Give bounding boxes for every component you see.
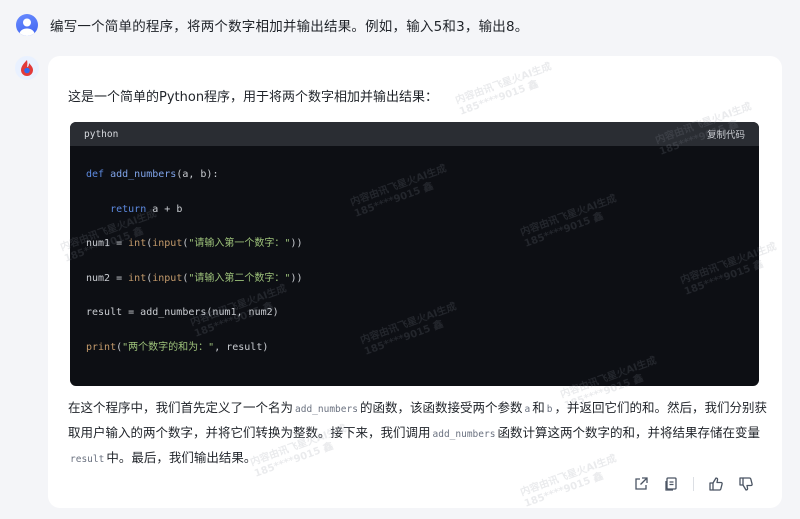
user-question-text: 编写一个简单的程序，将两个数字相加并输出结果。例如，输入5和3，输出8。 bbox=[50, 19, 529, 35]
user-avatar bbox=[16, 14, 38, 36]
code-line: num1 = int(input("请输入第一个数字：")) bbox=[86, 238, 303, 250]
code-language-label: python bbox=[84, 128, 119, 140]
thumbs-up-icon[interactable] bbox=[706, 474, 726, 494]
copy-icon[interactable] bbox=[661, 474, 681, 494]
inline-code: a bbox=[524, 404, 531, 415]
code-line: return a + b bbox=[110, 203, 183, 215]
code-line: def add_numbers(a, b): bbox=[86, 169, 219, 180]
answer-card: 这是一个简单的Python程序，用于将两个数字相加并输出结果： python 复… bbox=[48, 56, 782, 508]
actions-divider bbox=[693, 477, 694, 491]
spark-logo-icon bbox=[15, 56, 39, 80]
inline-code: result bbox=[70, 454, 105, 465]
thumbs-down-icon[interactable] bbox=[736, 474, 756, 494]
copy-code-button[interactable]: 复制代码 bbox=[707, 127, 745, 141]
code-block: python 复制代码 def add_numbers(a, b): retur… bbox=[70, 122, 759, 386]
inline-code: add_numbers bbox=[295, 404, 358, 415]
share-icon[interactable] bbox=[631, 474, 651, 494]
code-body: def add_numbers(a, b): return a + b num1… bbox=[70, 146, 759, 376]
chat-page: 编写一个简单的程序，将两个数字相加并输出结果。例如，输入5和3，输出8。 这是一… bbox=[0, 0, 800, 519]
user-message: 编写一个简单的程序，将两个数字相加并输出结果。例如，输入5和3，输出8。 bbox=[16, 14, 528, 36]
code-line: result = add_numbers(num1, num2) bbox=[86, 307, 279, 319]
answer-explanation: 在这个程序中，我们首先定义了一个名为 add_numbers 的函数，该函数接受两个… bbox=[68, 400, 767, 465]
code-line: num2 = int(input("请输入第二个数字：")) bbox=[86, 272, 303, 284]
inline-code: b bbox=[546, 404, 553, 415]
code-header: python 复制代码 bbox=[70, 122, 759, 146]
inline-code: add_numbers bbox=[432, 429, 496, 440]
code-line: print("两个数字的和为：", result) bbox=[86, 341, 269, 353]
answer-intro: 这是一个简单的Python程序，用于将两个数字相加并输出结果： bbox=[68, 90, 439, 105]
answer-actions bbox=[621, 474, 756, 494]
